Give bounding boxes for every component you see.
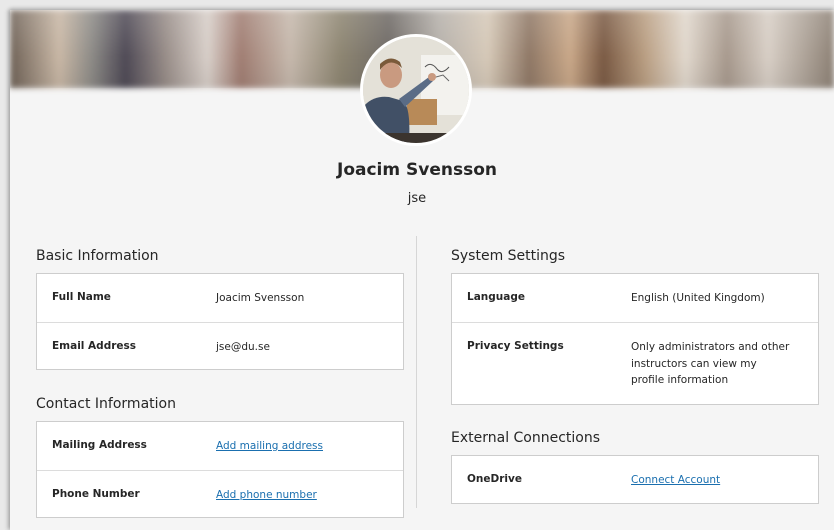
privacy-settings-value: Only administrators and other instructor… bbox=[631, 341, 790, 386]
contact-information-heading: Contact Information bbox=[36, 396, 176, 412]
phone-number-label: Phone Number bbox=[52, 488, 140, 500]
external-connections-card: OneDrive Connect Account bbox=[451, 455, 819, 504]
mailing-address-label: Mailing Address bbox=[52, 439, 147, 451]
email-address-value: jse@du.se bbox=[216, 341, 270, 353]
add-mailing-address-link[interactable]: Add mailing address bbox=[216, 438, 323, 455]
external-connections-heading: External Connections bbox=[451, 430, 601, 446]
full-name-row: Full Name Joacim Svensson bbox=[37, 274, 403, 322]
avatar[interactable] bbox=[360, 34, 472, 146]
privacy-settings-row: Privacy Settings Only administrators and… bbox=[452, 322, 818, 405]
language-value: English (United Kingdom) bbox=[631, 292, 765, 304]
email-address-row: Email Address jse@du.se bbox=[37, 322, 403, 370]
privacy-settings-label: Privacy Settings bbox=[467, 340, 564, 352]
column-divider bbox=[416, 236, 417, 508]
system-settings-heading: System Settings bbox=[451, 248, 566, 264]
system-settings-card: Language English (United Kingdom) Privac… bbox=[451, 273, 819, 405]
email-address-label: Email Address bbox=[52, 340, 137, 352]
full-name-value: Joacim Svensson bbox=[216, 292, 305, 304]
onedrive-row: OneDrive Connect Account bbox=[452, 456, 818, 504]
full-name-label: Full Name bbox=[52, 291, 111, 303]
language-row: Language English (United Kingdom) bbox=[452, 274, 818, 322]
phone-number-row: Phone Number Add phone number bbox=[37, 470, 403, 518]
profile-username: jse bbox=[407, 191, 427, 206]
contact-information-card: Mailing Address Add mailing address Phon… bbox=[36, 421, 404, 518]
language-label: Language bbox=[467, 291, 525, 303]
add-phone-number-link[interactable]: Add phone number bbox=[216, 487, 317, 504]
onedrive-label: OneDrive bbox=[467, 473, 522, 485]
connect-account-link[interactable]: Connect Account bbox=[631, 472, 720, 489]
basic-information-heading: Basic Information bbox=[36, 248, 159, 264]
profile-name: Joacim Svensson bbox=[337, 160, 497, 180]
mailing-address-row: Mailing Address Add mailing address bbox=[37, 422, 403, 470]
basic-information-card: Full Name Joacim Svensson Email Address … bbox=[36, 273, 404, 370]
